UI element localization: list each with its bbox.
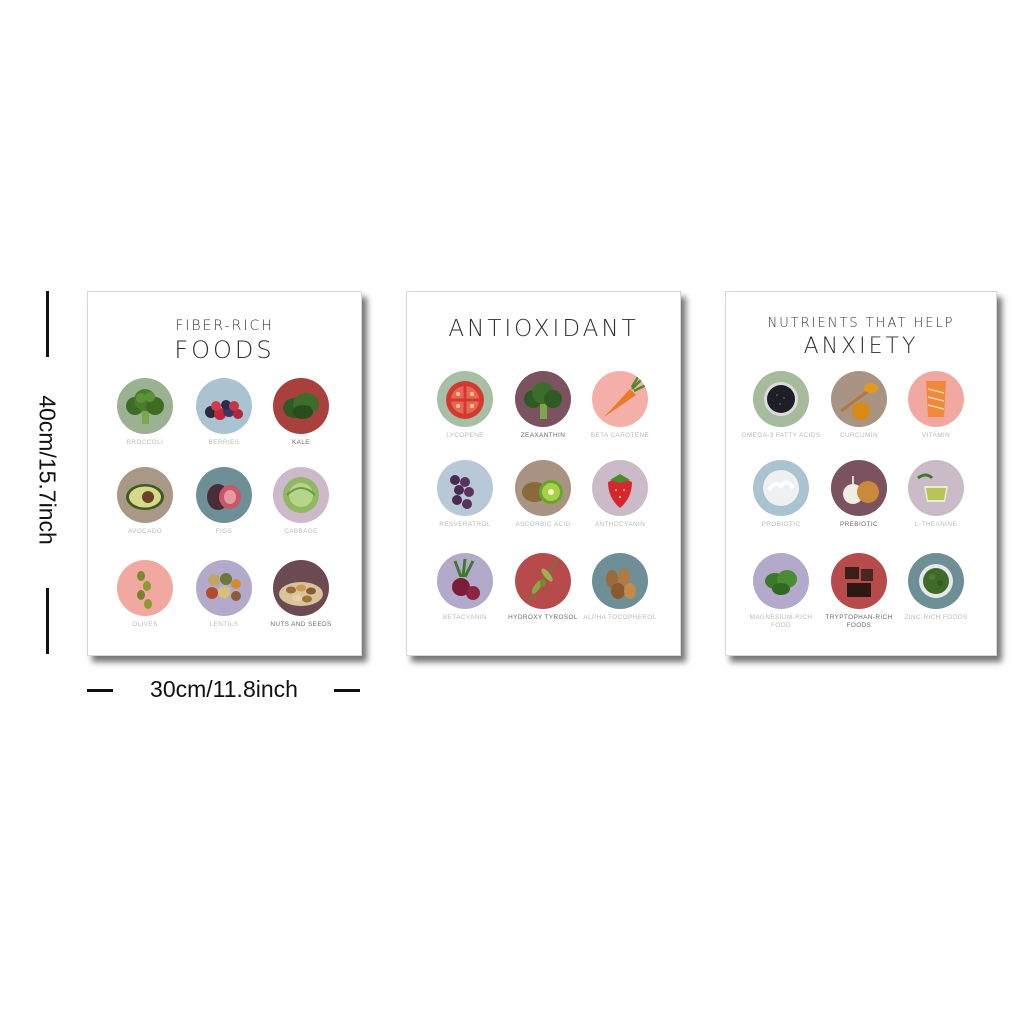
- spinach-icon: [753, 553, 809, 609]
- chocolate-icon: [831, 553, 887, 609]
- food-label: CURCUMIN: [840, 432, 878, 439]
- food-item: LENTILS: [182, 560, 266, 629]
- food-item: RESVERATROL: [423, 460, 507, 529]
- food-item: BETA CAROTENE: [578, 371, 662, 440]
- food-item: LYCOPENE: [423, 371, 507, 440]
- food-item: AVOCADO: [103, 467, 187, 536]
- kale-icon: [273, 378, 329, 434]
- food-item: OMEGA-3 FATTY ACIDS: [739, 371, 823, 440]
- food-item: PREBIOTIC: [817, 460, 901, 529]
- poster-title: ANXIETY: [803, 334, 919, 359]
- height-dimension-label: 40cm/15.7inch: [34, 395, 61, 545]
- carrot-icon: [592, 371, 648, 427]
- food-label: AVOCADO: [127, 528, 163, 535]
- height-dimension-line-top: [46, 291, 49, 357]
- grape-icon: [437, 460, 493, 516]
- food-item: ALPHA TOCOPHEROL: [578, 553, 662, 622]
- poster-fiber-rich-foods: FIBER-RICH FOODS BROCCOLI BERRIES KALE A…: [87, 291, 362, 656]
- food-label: VITAMIN: [921, 432, 951, 439]
- green-tea-icon: [908, 460, 964, 516]
- food-item: L-THEANINE: [894, 460, 978, 529]
- food-item: OLIVES: [103, 560, 187, 629]
- lentils-icon: [196, 560, 252, 616]
- broccoli-icon: [515, 371, 571, 427]
- garlic-onion-icon: [831, 460, 887, 516]
- food-label: ALPHA TOCOPHEROL: [583, 614, 657, 621]
- food-label: LYCOPENE: [446, 432, 484, 439]
- food-label: PREBIOTIC: [839, 521, 879, 528]
- food-label: OLIVES: [132, 621, 158, 628]
- nuts-icon: [273, 560, 329, 616]
- food-label: BETA CAROTENE: [590, 432, 650, 439]
- berries-icon: [196, 378, 252, 434]
- almond-icon: [592, 553, 648, 609]
- poster-anxiety-nutrients: NUTRIENTS THAT HELP ANXIETY OMEGA-3 FATT…: [725, 291, 997, 656]
- food-item: ZEAXANTHIN: [501, 371, 585, 440]
- poster-antioxidant: ANTIOXIDANT LYCOPENE ZEAXANTHIN BETA CAR…: [406, 291, 681, 656]
- food-label: OMEGA-3 FATTY ACIDS: [741, 432, 821, 439]
- food-label: BROCCOLI: [126, 439, 164, 446]
- width-dimension-line-right: [334, 689, 360, 692]
- poster-subtitle: FIBER-RICH: [175, 318, 274, 334]
- food-item: BERRIES: [182, 378, 266, 447]
- strawberry-icon: [592, 460, 648, 516]
- food-item: ASCORBIC ACID: [501, 460, 585, 529]
- food-label: PROBIOTIC: [761, 521, 801, 528]
- fig-icon: [196, 467, 252, 523]
- cabbage-icon: [273, 467, 329, 523]
- seaweed-icon: [908, 553, 964, 609]
- poster-subtitle: NUTRIENTS THAT HELP: [767, 316, 955, 331]
- food-item: CURCUMIN: [817, 371, 901, 440]
- food-label: ZEAXANTHIN: [520, 432, 566, 439]
- food-label: KALE: [292, 439, 310, 446]
- food-item: ZINC-RICH FOODS: [894, 553, 978, 622]
- yogurt-icon: [753, 460, 809, 516]
- salmon-icon: [908, 371, 964, 427]
- food-label: MAGNESIUM-RICH FOOD: [749, 614, 813, 629]
- avocado-icon: [117, 467, 173, 523]
- food-item: CABBAGE: [259, 467, 343, 536]
- food-label: L-THEANINE: [915, 521, 957, 528]
- beet-icon: [437, 553, 493, 609]
- food-item: ANTHOCYANIN: [578, 460, 662, 529]
- olive-icon: [117, 560, 173, 616]
- food-label: ASCORBIC ACID: [515, 521, 571, 528]
- food-label: NUTS AND SEEDS: [270, 621, 332, 628]
- food-item: NUTS AND SEEDS: [259, 560, 343, 629]
- food-label: ANTHOCYANIN: [594, 521, 646, 528]
- food-item: BETACYANIN: [423, 553, 507, 622]
- turmeric-icon: [831, 371, 887, 427]
- food-label: BERRIES: [208, 439, 240, 446]
- food-item: FIGS: [182, 467, 266, 536]
- broccoli-icon: [117, 378, 173, 434]
- width-dimension-line-left: [87, 689, 113, 692]
- food-item: MAGNESIUM-RICH FOOD: [739, 553, 823, 630]
- food-label: RESVERATROL: [439, 521, 491, 528]
- width-dimension-label: 30cm/11.8inch: [150, 676, 298, 702]
- food-item: VITAMIN: [894, 371, 978, 440]
- food-item: BROCCOLI: [103, 378, 187, 447]
- height-dimension-line-bottom: [46, 588, 49, 654]
- food-label: BETACYANIN: [443, 614, 487, 621]
- tomato-icon: [437, 371, 493, 427]
- food-label: ZINC-RICH FOODS: [904, 614, 968, 621]
- food-label: CABBAGE: [284, 528, 318, 535]
- olive-branch-icon: [515, 553, 571, 609]
- food-label: TRYPTOPHAN-RICH FOODS: [825, 614, 893, 629]
- chia-seeds-icon: [753, 371, 809, 427]
- food-item: HYDROXY TYROSOL: [501, 553, 585, 622]
- food-item: PROBIOTIC: [739, 460, 823, 529]
- food-item: TRYPTOPHAN-RICH FOODS: [817, 553, 901, 630]
- poster-title: ANTIOXIDANT: [448, 316, 639, 342]
- food-label: HYDROXY TYROSOL: [508, 614, 578, 621]
- food-label: FIGS: [215, 528, 233, 535]
- food-label: LENTILS: [209, 621, 239, 628]
- kiwi-icon: [515, 460, 571, 516]
- poster-title: FOODS: [174, 336, 275, 364]
- food-item: KALE: [259, 378, 343, 447]
